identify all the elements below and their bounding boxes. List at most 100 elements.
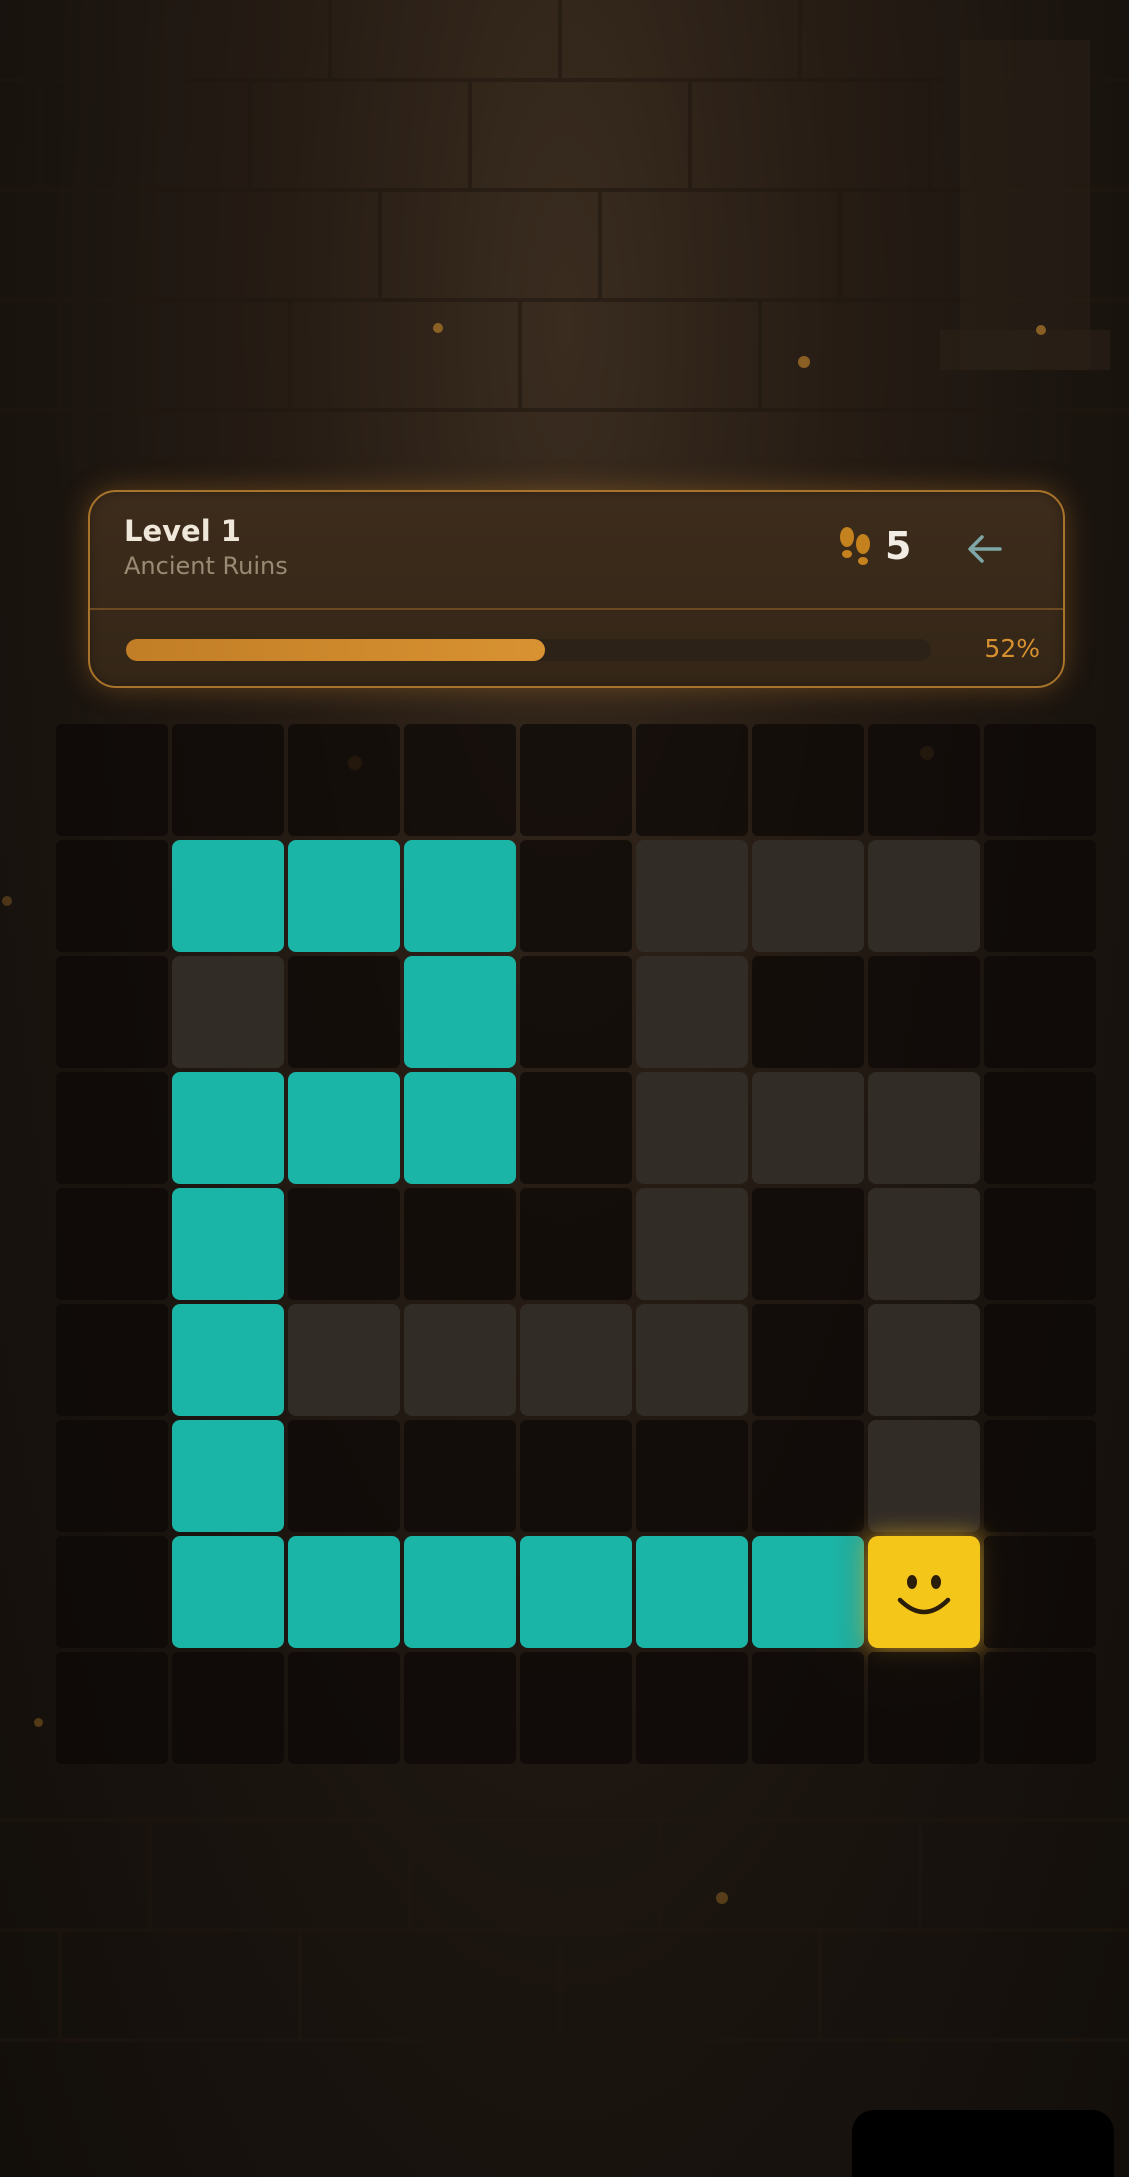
board-cell-empty xyxy=(56,1420,168,1532)
board-cell-empty xyxy=(56,1536,168,1648)
board-cell-empty xyxy=(752,1188,864,1300)
board-cell-wall xyxy=(636,1188,748,1300)
board-cell-empty xyxy=(288,724,400,836)
board-cell-empty xyxy=(984,1536,1096,1648)
board-cell-empty xyxy=(520,1652,632,1764)
board-cell-empty xyxy=(56,1652,168,1764)
light-mote xyxy=(34,1718,43,1727)
level-subtitle: Ancient Ruins xyxy=(124,552,288,580)
board-cell-empty xyxy=(984,1420,1096,1532)
board-cell-empty xyxy=(288,1652,400,1764)
back-button[interactable] xyxy=(960,524,1010,574)
board-cell-wall xyxy=(636,956,748,1068)
board-cell-wall xyxy=(520,1304,632,1416)
board-cell-empty xyxy=(752,1304,864,1416)
board-cell-empty xyxy=(172,1652,284,1764)
moves-counter: 5 xyxy=(835,520,911,572)
board-cell-wall xyxy=(636,1072,748,1184)
board-cell-empty xyxy=(56,724,168,836)
board-cell-empty xyxy=(288,1420,400,1532)
corner-overlay xyxy=(852,2110,1114,2177)
board-cell-path xyxy=(172,1072,284,1184)
arrow-left-icon xyxy=(968,535,1002,563)
board-cell-wall xyxy=(404,1304,516,1416)
board-cell-path xyxy=(288,1072,400,1184)
light-mote xyxy=(433,323,443,333)
board-cell-empty xyxy=(520,724,632,836)
board-cell-empty xyxy=(404,1420,516,1532)
board-cell-empty xyxy=(56,1188,168,1300)
moves-count: 5 xyxy=(885,524,912,568)
board-cell-path xyxy=(172,1536,284,1648)
board-cell-path xyxy=(520,1536,632,1648)
board-cell-empty xyxy=(984,1652,1096,1764)
progress-bar-fill xyxy=(126,639,545,661)
board-cell-wall xyxy=(636,1304,748,1416)
game-screen: Level 1 Ancient Ruins 5 52% xyxy=(0,0,1129,2177)
board-cell-empty xyxy=(984,956,1096,1068)
board-cell-empty xyxy=(404,1188,516,1300)
board-cell-empty xyxy=(288,1188,400,1300)
light-mote xyxy=(798,356,810,368)
board-cell-path xyxy=(288,840,400,952)
board-cell-empty xyxy=(520,1188,632,1300)
board-cell-empty xyxy=(520,1420,632,1532)
board-cell-empty xyxy=(984,724,1096,836)
board-cell-empty xyxy=(56,1072,168,1184)
board-cell-empty xyxy=(752,1420,864,1532)
light-mote xyxy=(716,1892,728,1904)
board-cell-empty xyxy=(984,840,1096,952)
player-block[interactable] xyxy=(868,1536,980,1648)
board-cell-path xyxy=(288,1536,400,1648)
board-cell-empty xyxy=(752,1652,864,1764)
footprints-icon xyxy=(840,527,870,565)
board-cell-path xyxy=(172,840,284,952)
board-cell-empty xyxy=(752,956,864,1068)
light-mote xyxy=(1036,325,1046,335)
board-cell-empty xyxy=(404,1652,516,1764)
level-header-panel: Level 1 Ancient Ruins 5 52% xyxy=(88,490,1065,688)
board-cell-path xyxy=(172,1304,284,1416)
board-cell-path xyxy=(404,956,516,1068)
progress-bar xyxy=(126,639,931,661)
board-cell-wall xyxy=(636,840,748,952)
board-cell-path xyxy=(404,840,516,952)
board-cell-empty xyxy=(288,956,400,1068)
light-mote xyxy=(2,896,12,906)
board-cell-empty xyxy=(172,724,284,836)
level-title: Level 1 xyxy=(124,514,241,548)
smiley-face-icon xyxy=(897,1575,951,1615)
board-cell-empty xyxy=(520,1072,632,1184)
board-cell-empty xyxy=(868,724,980,836)
board-cell-path xyxy=(404,1072,516,1184)
board-cell-wall xyxy=(172,956,284,1068)
board-cell-path xyxy=(636,1536,748,1648)
level-header-top: Level 1 Ancient Ruins 5 xyxy=(90,492,1063,610)
board-cell-empty xyxy=(636,1420,748,1532)
board-cell-path xyxy=(752,1536,864,1648)
board-cell-wall xyxy=(868,1072,980,1184)
board-cell-empty xyxy=(984,1188,1096,1300)
board-cell-empty xyxy=(636,1652,748,1764)
board-cell-empty xyxy=(984,1072,1096,1184)
board-cell-empty xyxy=(56,1304,168,1416)
board-cell-empty xyxy=(56,840,168,952)
board-cell-wall xyxy=(868,1188,980,1300)
board-cell-empty xyxy=(868,1652,980,1764)
board-cell-path xyxy=(172,1420,284,1532)
board-cell-empty xyxy=(636,724,748,836)
board-cell-empty xyxy=(868,956,980,1068)
board-cell-wall xyxy=(752,1072,864,1184)
progress-label: 52% xyxy=(984,634,1040,663)
board-cell-empty xyxy=(56,956,168,1068)
board-cell-empty xyxy=(752,724,864,836)
board-cell-wall xyxy=(868,840,980,952)
board-cell-path xyxy=(172,1188,284,1300)
board-cell-empty xyxy=(404,724,516,836)
board-cell-wall xyxy=(752,840,864,952)
game-board[interactable] xyxy=(56,724,1100,1768)
board-cell-wall xyxy=(288,1304,400,1416)
board-cell-empty xyxy=(520,956,632,1068)
board-cell-wall xyxy=(868,1420,980,1532)
board-cell-wall xyxy=(868,1304,980,1416)
